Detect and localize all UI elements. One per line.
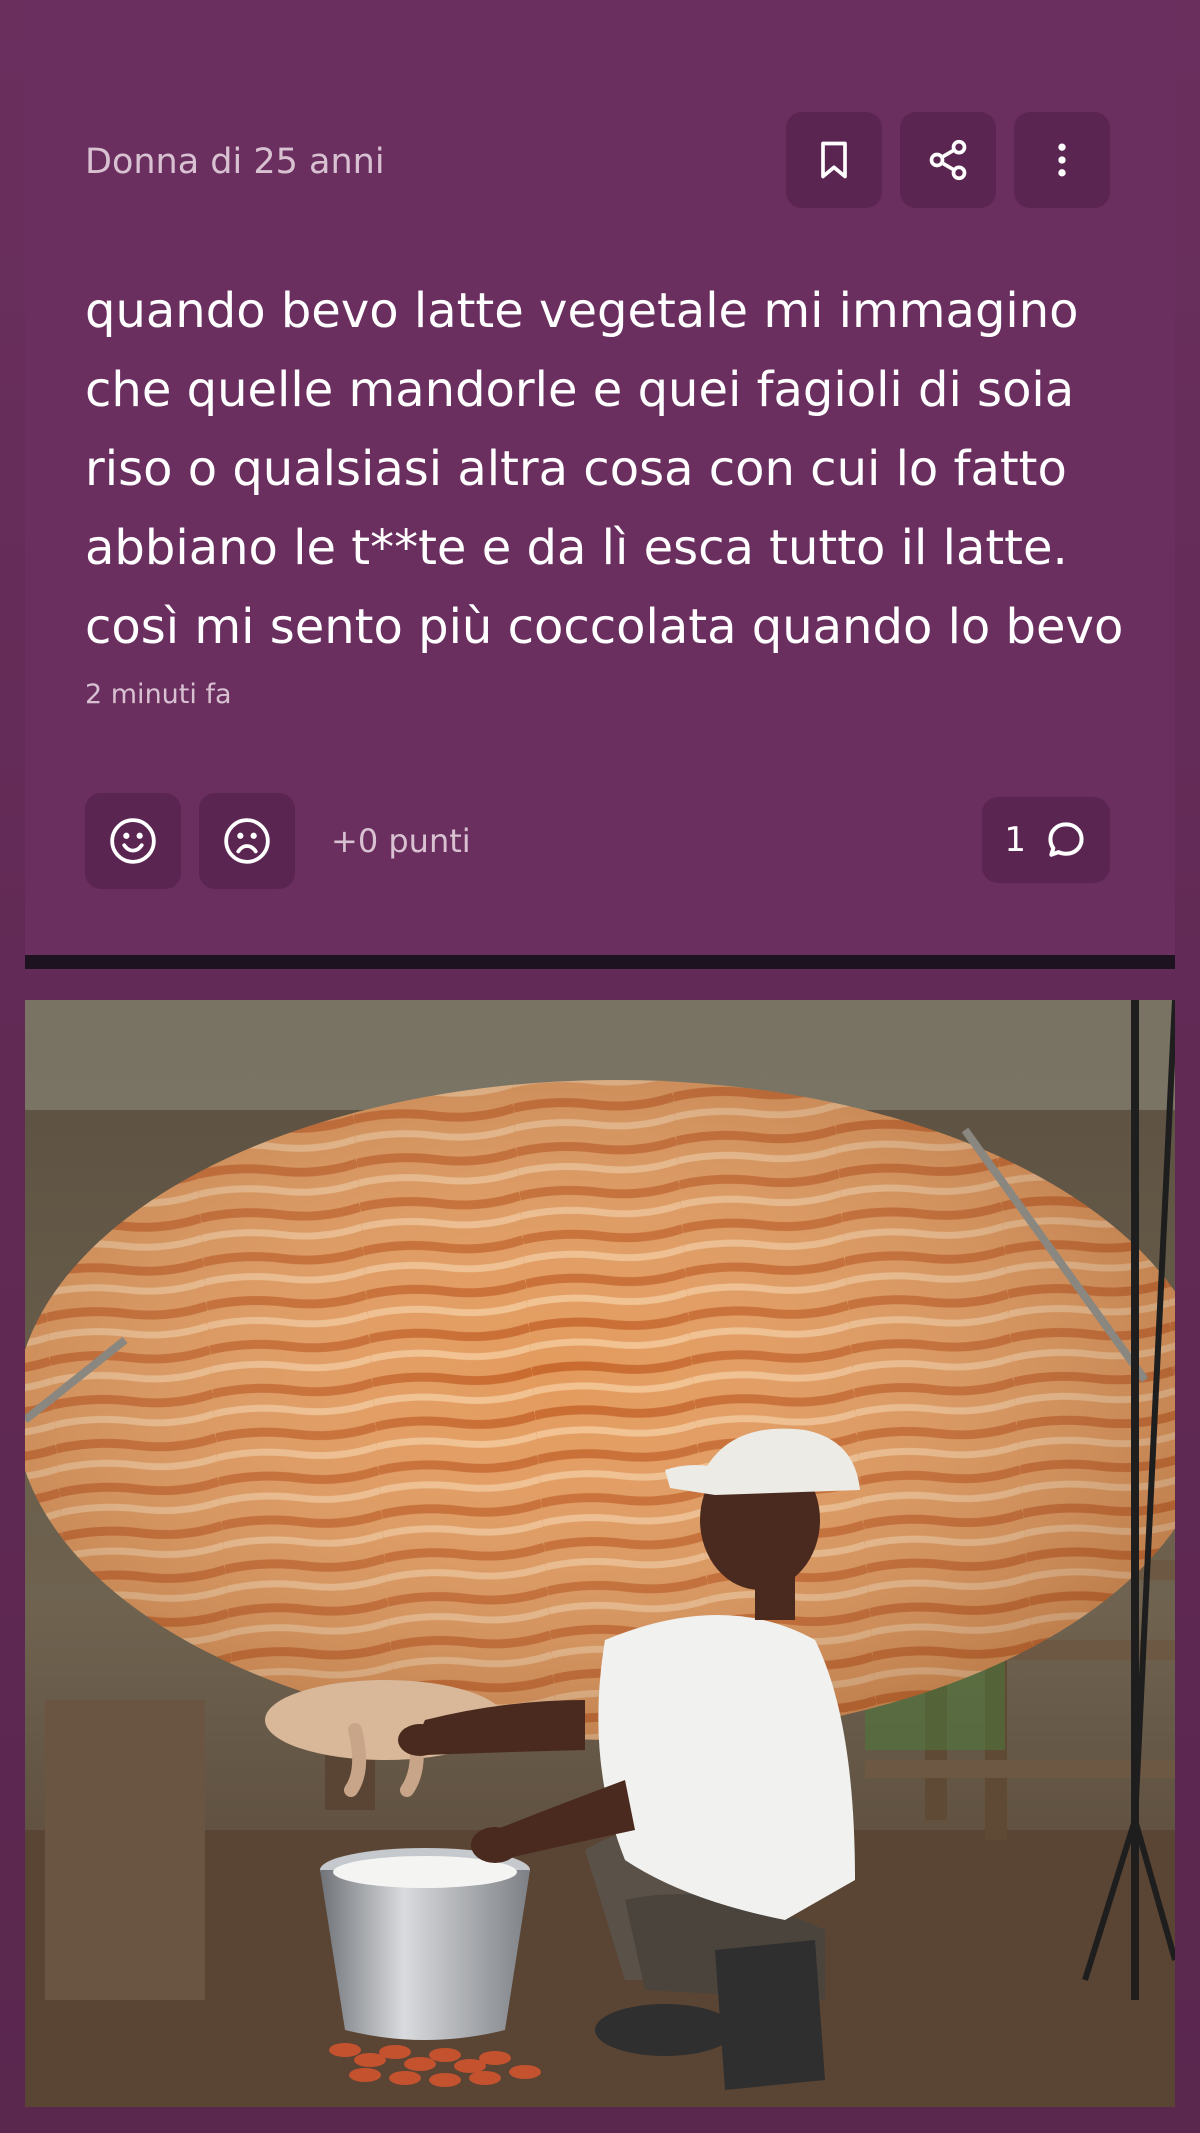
comment-count: 1 — [1004, 820, 1026, 860]
meme-image — [25, 1000, 1175, 2107]
sad-face-icon — [224, 818, 270, 864]
share-button[interactable] — [900, 112, 996, 208]
post-author: Donna di 25 anni — [85, 142, 385, 182]
reaction-bar: +0 punti — [85, 793, 471, 889]
post-top-actions — [786, 112, 1110, 208]
smiley-icon — [110, 818, 156, 864]
more-vertical-icon — [1058, 143, 1066, 177]
post-timestamp: 2 minuti fa — [85, 679, 232, 710]
post-card: Donna di 25 anni quando bevo latte veget… — [25, 0, 1175, 955]
bookmark-icon — [821, 141, 847, 179]
more-options-button[interactable] — [1014, 112, 1110, 208]
share-icon — [929, 139, 967, 181]
comments-button[interactable]: 1 — [982, 797, 1110, 883]
bookmark-button[interactable] — [786, 112, 882, 208]
downvote-button[interactable] — [199, 793, 295, 889]
post-divider — [25, 955, 1175, 969]
post-body-text: quando bevo latte vegetale mi immagino c… — [85, 283, 1124, 655]
almond-milking-illustration — [25, 1000, 1175, 2107]
points-count: +0 punti — [331, 822, 471, 860]
upvote-button[interactable] — [85, 793, 181, 889]
comment-bubble-icon — [1048, 822, 1084, 857]
